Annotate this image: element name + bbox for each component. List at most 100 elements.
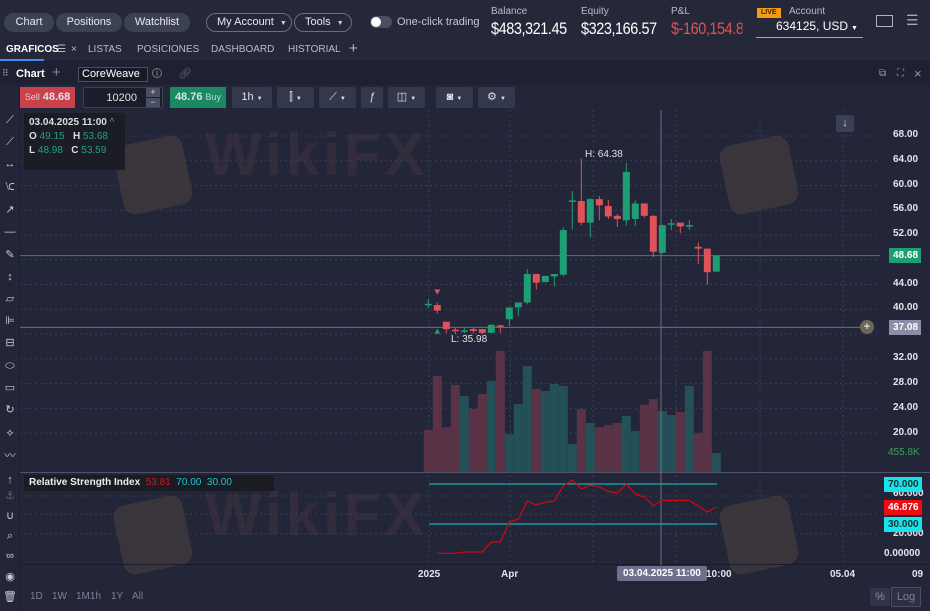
- last-price-tag: 48.68: [889, 248, 922, 263]
- rsi-line: [437, 479, 717, 554]
- high-annotation: H: 64.38: [585, 149, 623, 160]
- volume-bar: [612, 423, 622, 472]
- candle-body: [703, 248, 711, 273]
- volume-bar: [504, 434, 514, 472]
- candle-body: [568, 200, 576, 202]
- candle-body: [658, 225, 666, 253]
- chevron-up-icon[interactable]: ^: [110, 117, 115, 128]
- price-tick: 44.00: [893, 278, 919, 289]
- rsi-value: 53.81: [145, 477, 171, 488]
- ohlc-legend: 03.04.2025 11:00 ^ O 49.15 H 53.68 L 48.…: [24, 113, 125, 170]
- candle-body: [559, 230, 567, 275]
- crosshair-price-tag: 37.08: [889, 320, 922, 335]
- volume-bar: [675, 412, 685, 472]
- high-label: H: [72, 131, 81, 142]
- range-all[interactable]: All: [132, 591, 143, 602]
- ohlc-date: 03.04.2025 11:00: [29, 117, 107, 128]
- range-1y[interactable]: 1Y: [111, 591, 123, 602]
- rsi-upper: 70.00: [176, 477, 202, 488]
- candle-body: [523, 274, 531, 303]
- volume-bar: [432, 376, 442, 472]
- volume-bar: [459, 396, 469, 472]
- volume-bar: [513, 404, 523, 472]
- volume-bar: [693, 433, 703, 472]
- scroll-to-latest-icon[interactable]: ↓: [836, 115, 854, 132]
- candle-body: [478, 329, 486, 333]
- price-tick: 32.00: [893, 352, 919, 363]
- range-1w[interactable]: 1W: [52, 591, 67, 602]
- volume-bar: [603, 425, 613, 472]
- candle-body: [595, 199, 603, 206]
- candle-body: [487, 324, 495, 333]
- volume-bar: [657, 411, 667, 472]
- candle-body: [586, 199, 594, 223]
- rsi-title: Relative Strength Index: [29, 477, 141, 488]
- add-order-icon[interactable]: +: [860, 320, 874, 334]
- volume-bar: [666, 415, 676, 472]
- candle-body: [496, 325, 504, 327]
- price-tick: 20.00: [893, 427, 919, 438]
- candle-body: [577, 200, 585, 223]
- volume-bar: [576, 409, 586, 472]
- range-1d[interactable]: 1D: [30, 591, 43, 602]
- price-tick: 24.00: [893, 402, 919, 413]
- volume-bar: [477, 394, 487, 472]
- volume-bar: [531, 389, 541, 472]
- close-label: C: [71, 145, 79, 156]
- volume-bar: [522, 366, 532, 472]
- time-tick: 2025: [418, 569, 441, 580]
- open-label: O: [29, 131, 37, 142]
- candle-body: [442, 321, 450, 330]
- buy-marker: [434, 328, 441, 334]
- volume-bar: [639, 405, 649, 472]
- candle-body: [541, 275, 549, 283]
- price-tick: 40.00: [893, 302, 919, 313]
- price-tick: 52.00: [893, 228, 919, 239]
- volume-tag: 455.8K: [888, 447, 920, 458]
- price-chart[interactable]: [0, 0, 930, 611]
- low-annotation: L: 35.98: [451, 334, 488, 345]
- volume-bar: [549, 384, 559, 472]
- volume-bar: [702, 351, 712, 472]
- range-1m1h[interactable]: 1M1h: [76, 591, 101, 602]
- price-tick: 28.00: [893, 377, 919, 388]
- price-tick: 64.00: [893, 154, 919, 165]
- price-tick: 56.00: [893, 203, 919, 214]
- candle-body: [712, 255, 720, 272]
- volume-bar: [648, 399, 658, 472]
- candle-body: [613, 215, 621, 219]
- close-value: 53.59: [81, 145, 107, 156]
- sell-marker: [434, 289, 441, 295]
- percent-scale-button[interactable]: %: [870, 588, 890, 606]
- candle-body: [550, 274, 558, 277]
- rsi-upper-tag: 70.000: [884, 477, 922, 492]
- candle-body: [505, 307, 513, 320]
- candle-body: [667, 223, 675, 225]
- candle-body: [685, 225, 693, 227]
- volume-bar: [594, 427, 604, 472]
- volume-bar: [585, 423, 595, 472]
- volume-bar: [567, 444, 577, 472]
- log-scale-button[interactable]: Log: [891, 587, 921, 607]
- candle-body: [622, 171, 630, 221]
- high-value: 53.68: [82, 131, 108, 142]
- rsi-lower: 30.00: [206, 477, 232, 488]
- rsi-lower-tag: 30.000: [884, 517, 922, 532]
- candle-body: [451, 329, 459, 332]
- volume-bar: [630, 431, 640, 472]
- volume-bar: [711, 453, 721, 472]
- time-tick: 09: [912, 569, 924, 580]
- crosshair-time-tag: 03.04.2025 11:00: [617, 566, 707, 581]
- volume-bar: [621, 416, 631, 472]
- rsi-value-tag: 46.876: [884, 500, 922, 515]
- candle-body: [460, 330, 468, 332]
- candle-body: [649, 215, 657, 252]
- volume-bar: [468, 409, 478, 472]
- price-tick: 60.00: [893, 179, 919, 190]
- candle-body: [469, 329, 477, 331]
- time-tick: Apr: [501, 569, 519, 580]
- candle-body: [640, 203, 648, 216]
- candle-body: [631, 203, 639, 219]
- time-tick: 05.04: [830, 569, 856, 580]
- rsi-legend: Relative Strength Index 53.81 70.00 30.0…: [24, 475, 274, 491]
